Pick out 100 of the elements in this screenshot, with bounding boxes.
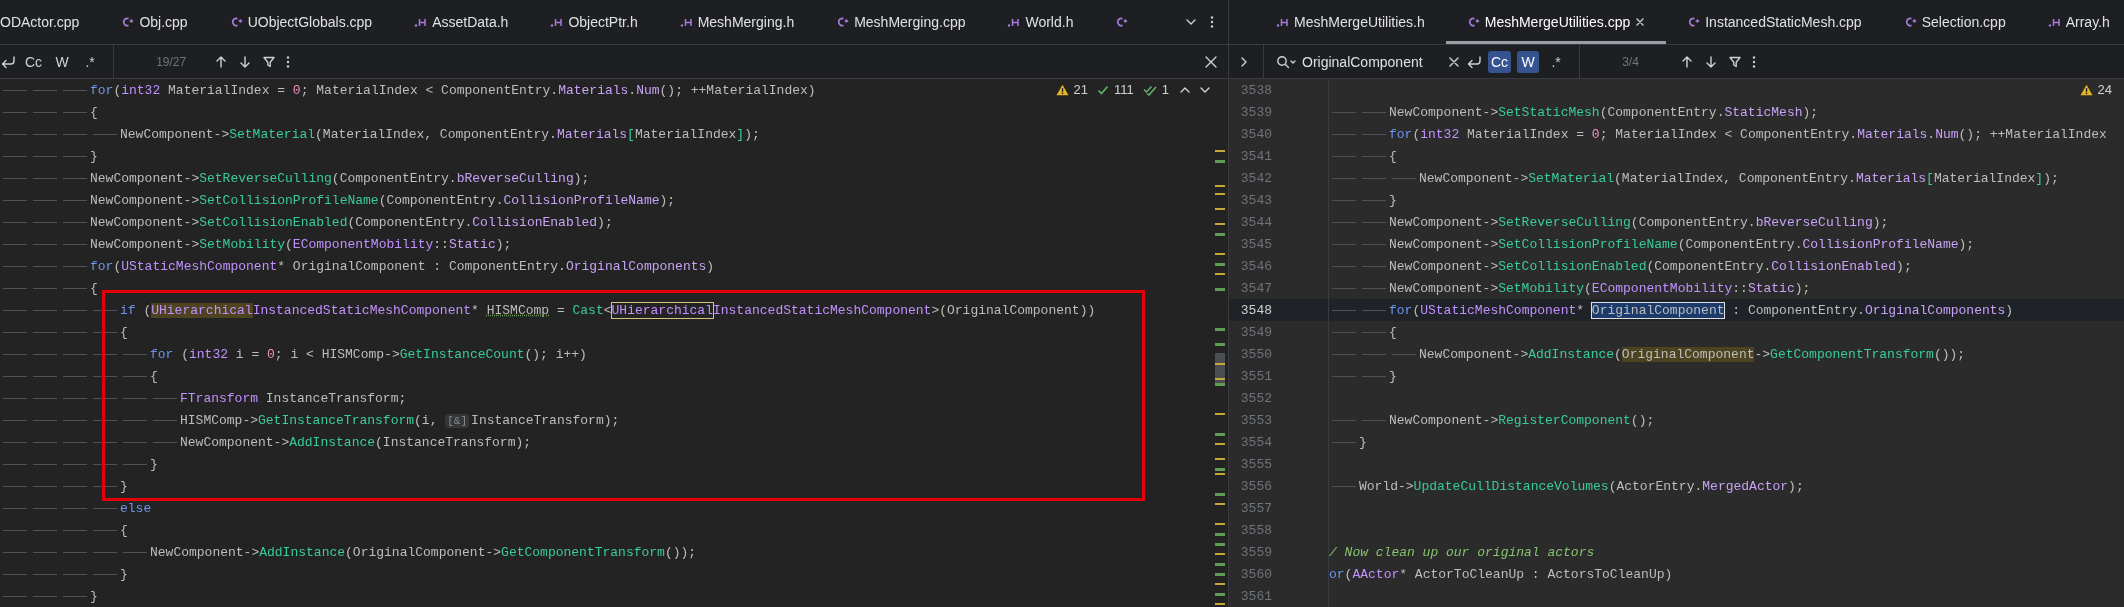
highlighted-word: OriginalComponent — [1621, 346, 1755, 362]
code-line: NewComponent->SetMobility(EComponentMobility::Static); — [0, 236, 512, 252]
code-line: } — [1329, 192, 1397, 208]
search-field[interactable]: OriginalComponent — [1302, 53, 1442, 70]
code-line: { — [1329, 324, 1397, 340]
line-number: 3559 — [1239, 544, 1272, 560]
line-number: 3541 — [1239, 148, 1272, 164]
line-number: 3545 — [1239, 236, 1272, 252]
editor-tab[interactable]: ODActor.cpp — [0, 0, 101, 44]
more-icon[interactable] — [1752, 54, 1757, 69]
code-line: NewComponent->SetCollisionProfileName(ComponentEntry.CollisionProfileName); — [1329, 236, 1975, 252]
line-number: 3551 — [1239, 368, 1272, 384]
editor-tab[interactable]: InstancedStaticMesh.cpp — [1666, 0, 1883, 44]
match-count: 19/27 — [156, 54, 187, 69]
option-toggle[interactable]: Cc — [22, 50, 46, 73]
code-line: NewComponent->AddInstance(OriginalComponent->GetComponentTransform()); — [0, 544, 697, 560]
header-file-icon — [414, 16, 428, 28]
code-line: { — [0, 324, 128, 340]
option-toggle[interactable]: .* — [79, 50, 102, 73]
line-number: 3553 — [1239, 412, 1272, 428]
code-line: } — [1329, 368, 1397, 384]
code-line: NewComponent->SetReverseCulling(ComponentEntry.bReverseCulling); — [1329, 214, 1889, 230]
header-file-icon — [1276, 16, 1289, 28]
editor-tab[interactable]: UObjectGlobals.cpp — [208, 0, 394, 44]
code-line: NewComponent->SetCollisionEnabled(ComponentEntry.CollisionEnabled); — [0, 214, 613, 230]
code-line: / Now clean up our original actors — [1329, 544, 1595, 560]
warning-count[interactable]: 21 — [1073, 82, 1088, 97]
highlighted-word: UHierarchical — [611, 302, 713, 318]
editor-tab[interactable]: MeshMerging.h — [658, 0, 816, 44]
option-toggle[interactable]: W — [1517, 50, 1540, 73]
editor-tab[interactable]: Selection.cpp — [1882, 0, 2027, 44]
editor-tab[interactable]: MeshMergeUtilities.h — [1255, 0, 1446, 44]
code-line: NewComponent->SetReverseCulling(ComponentEntry.bReverseCulling); — [0, 170, 590, 186]
close-icon[interactable] — [1448, 55, 1460, 68]
check-count[interactable]: 111 — [1114, 82, 1134, 97]
editor-tab[interactable]: Obj.cpp — [100, 0, 209, 44]
line-number: 3539 — [1239, 104, 1272, 120]
filter-icon[interactable] — [262, 54, 277, 69]
code-line: for(UStaticMeshComponent* OriginalComponent : ComponentEntry.OriginalComponents) — [0, 258, 715, 274]
warning-icon — [2079, 83, 2093, 96]
filter-icon[interactable] — [1728, 54, 1743, 69]
code-line: { — [0, 280, 98, 296]
line-number: 3547 — [1239, 280, 1272, 296]
highlighted-word: HISMComp — [486, 302, 550, 318]
code-line: { — [0, 522, 128, 538]
option-toggle[interactable]: Cc — [1488, 50, 1512, 73]
editor-tab[interactable]: Array.h — [2026, 0, 2124, 44]
close-icon[interactable] — [1204, 54, 1218, 69]
code-line: for(int32 MaterialIndex = 0; MaterialIndex < ComponentEntry.Materials.Num(); ++MaterialIndex — [1329, 126, 2107, 142]
more-icon[interactable] — [286, 54, 291, 69]
line-number: 3546 — [1239, 258, 1272, 274]
wrap-icon[interactable] — [1466, 54, 1482, 69]
code-line: NewComponent->SetMobility(EComponentMobility::Static); — [1329, 280, 1811, 296]
code-line: NewComponent->SetStaticMesh(ComponentEntry.StaticMesh); — [1329, 104, 1819, 120]
line-number: 3555 — [1239, 456, 1272, 472]
code-line: { — [1329, 148, 1397, 164]
code-line: NewComponent->SetMaterial(MaterialIndex, ComponentEntry.Materials[MaterialIndex]); — [0, 126, 760, 142]
line-number: 3548 — [1239, 302, 1272, 318]
cpp-file-icon — [121, 16, 135, 28]
option-toggle[interactable]: W — [51, 50, 74, 73]
code-line: } — [0, 566, 128, 582]
code-line: NewComponent->SetCollisionEnabled(ComponentEntry.CollisionEnabled); — [1329, 258, 1912, 274]
code-line: for(UStaticMeshComponent* OriginalComponent : ComponentEntry.OriginalComponents) — [1329, 302, 2014, 318]
code-line: } — [0, 148, 98, 164]
header-file-icon — [1007, 16, 1021, 28]
typo-count[interactable]: 1 — [1161, 82, 1169, 97]
code-line: for (int32 i = 0; i < HISMComp->GetInstanceCount(); i++) — [0, 346, 587, 362]
header-file-icon — [550, 16, 564, 28]
option-toggle[interactable]: .* — [1545, 50, 1568, 73]
line-number: 3540 — [1239, 126, 1272, 142]
warning-count[interactable]: 24 — [2097, 82, 2112, 97]
code-line: { — [0, 368, 158, 384]
line-number: 3556 — [1239, 478, 1272, 494]
cpp-file-icon — [1903, 16, 1917, 28]
line-number: 3538 — [1239, 82, 1272, 98]
editor-tab[interactable]: AssetData.h — [393, 0, 530, 44]
wrap-icon[interactable] — [0, 54, 16, 69]
check-icon — [1097, 83, 1109, 96]
line-number: 3549 — [1239, 324, 1272, 340]
code-line: NewComponent->AddInstance(OriginalComponent->GetComponentTransform()); — [1329, 346, 1966, 362]
editor-tab[interactable]: World.h — [986, 0, 1095, 44]
code-line: World->UpdateCullDistanceVolumes(ActorEntry.MergedActor); — [1329, 478, 1804, 494]
code-line: HISMComp->GetInstanceTransform(i, [&] InstanceTransform); — [0, 412, 620, 428]
code-line: for(int32 MaterialIndex = 0; MaterialIndex < ComponentEntry.Materials.Num(); ++MaterialIndex) — [0, 82, 816, 98]
line-number: 3561 — [1239, 588, 1272, 604]
highlighted-word: UHierarchical — [151, 302, 253, 318]
more-icon[interactable] — [1210, 15, 1214, 29]
line-number: 3550 — [1239, 346, 1272, 362]
close-icon[interactable] — [1635, 17, 1646, 27]
editor-tab[interactable]: MeshMerging.cpp — [815, 0, 987, 44]
line-number: 3552 — [1239, 390, 1272, 406]
code-line: NewComponent->SetCollisionProfileName(ComponentEntry.CollisionProfileName); — [0, 192, 676, 208]
cpp-file-icon — [229, 16, 243, 28]
line-number: 3560 — [1239, 566, 1272, 582]
line-number: 3558 — [1239, 522, 1272, 538]
editor-tab[interactable]: ObjectPtr.h — [529, 0, 659, 44]
line-number: 3543 — [1239, 192, 1272, 208]
cpp-file-icon — [1687, 16, 1701, 28]
search-icon[interactable] — [1276, 54, 1296, 69]
highlighted-word: OriginalComponent — [1591, 302, 1725, 318]
